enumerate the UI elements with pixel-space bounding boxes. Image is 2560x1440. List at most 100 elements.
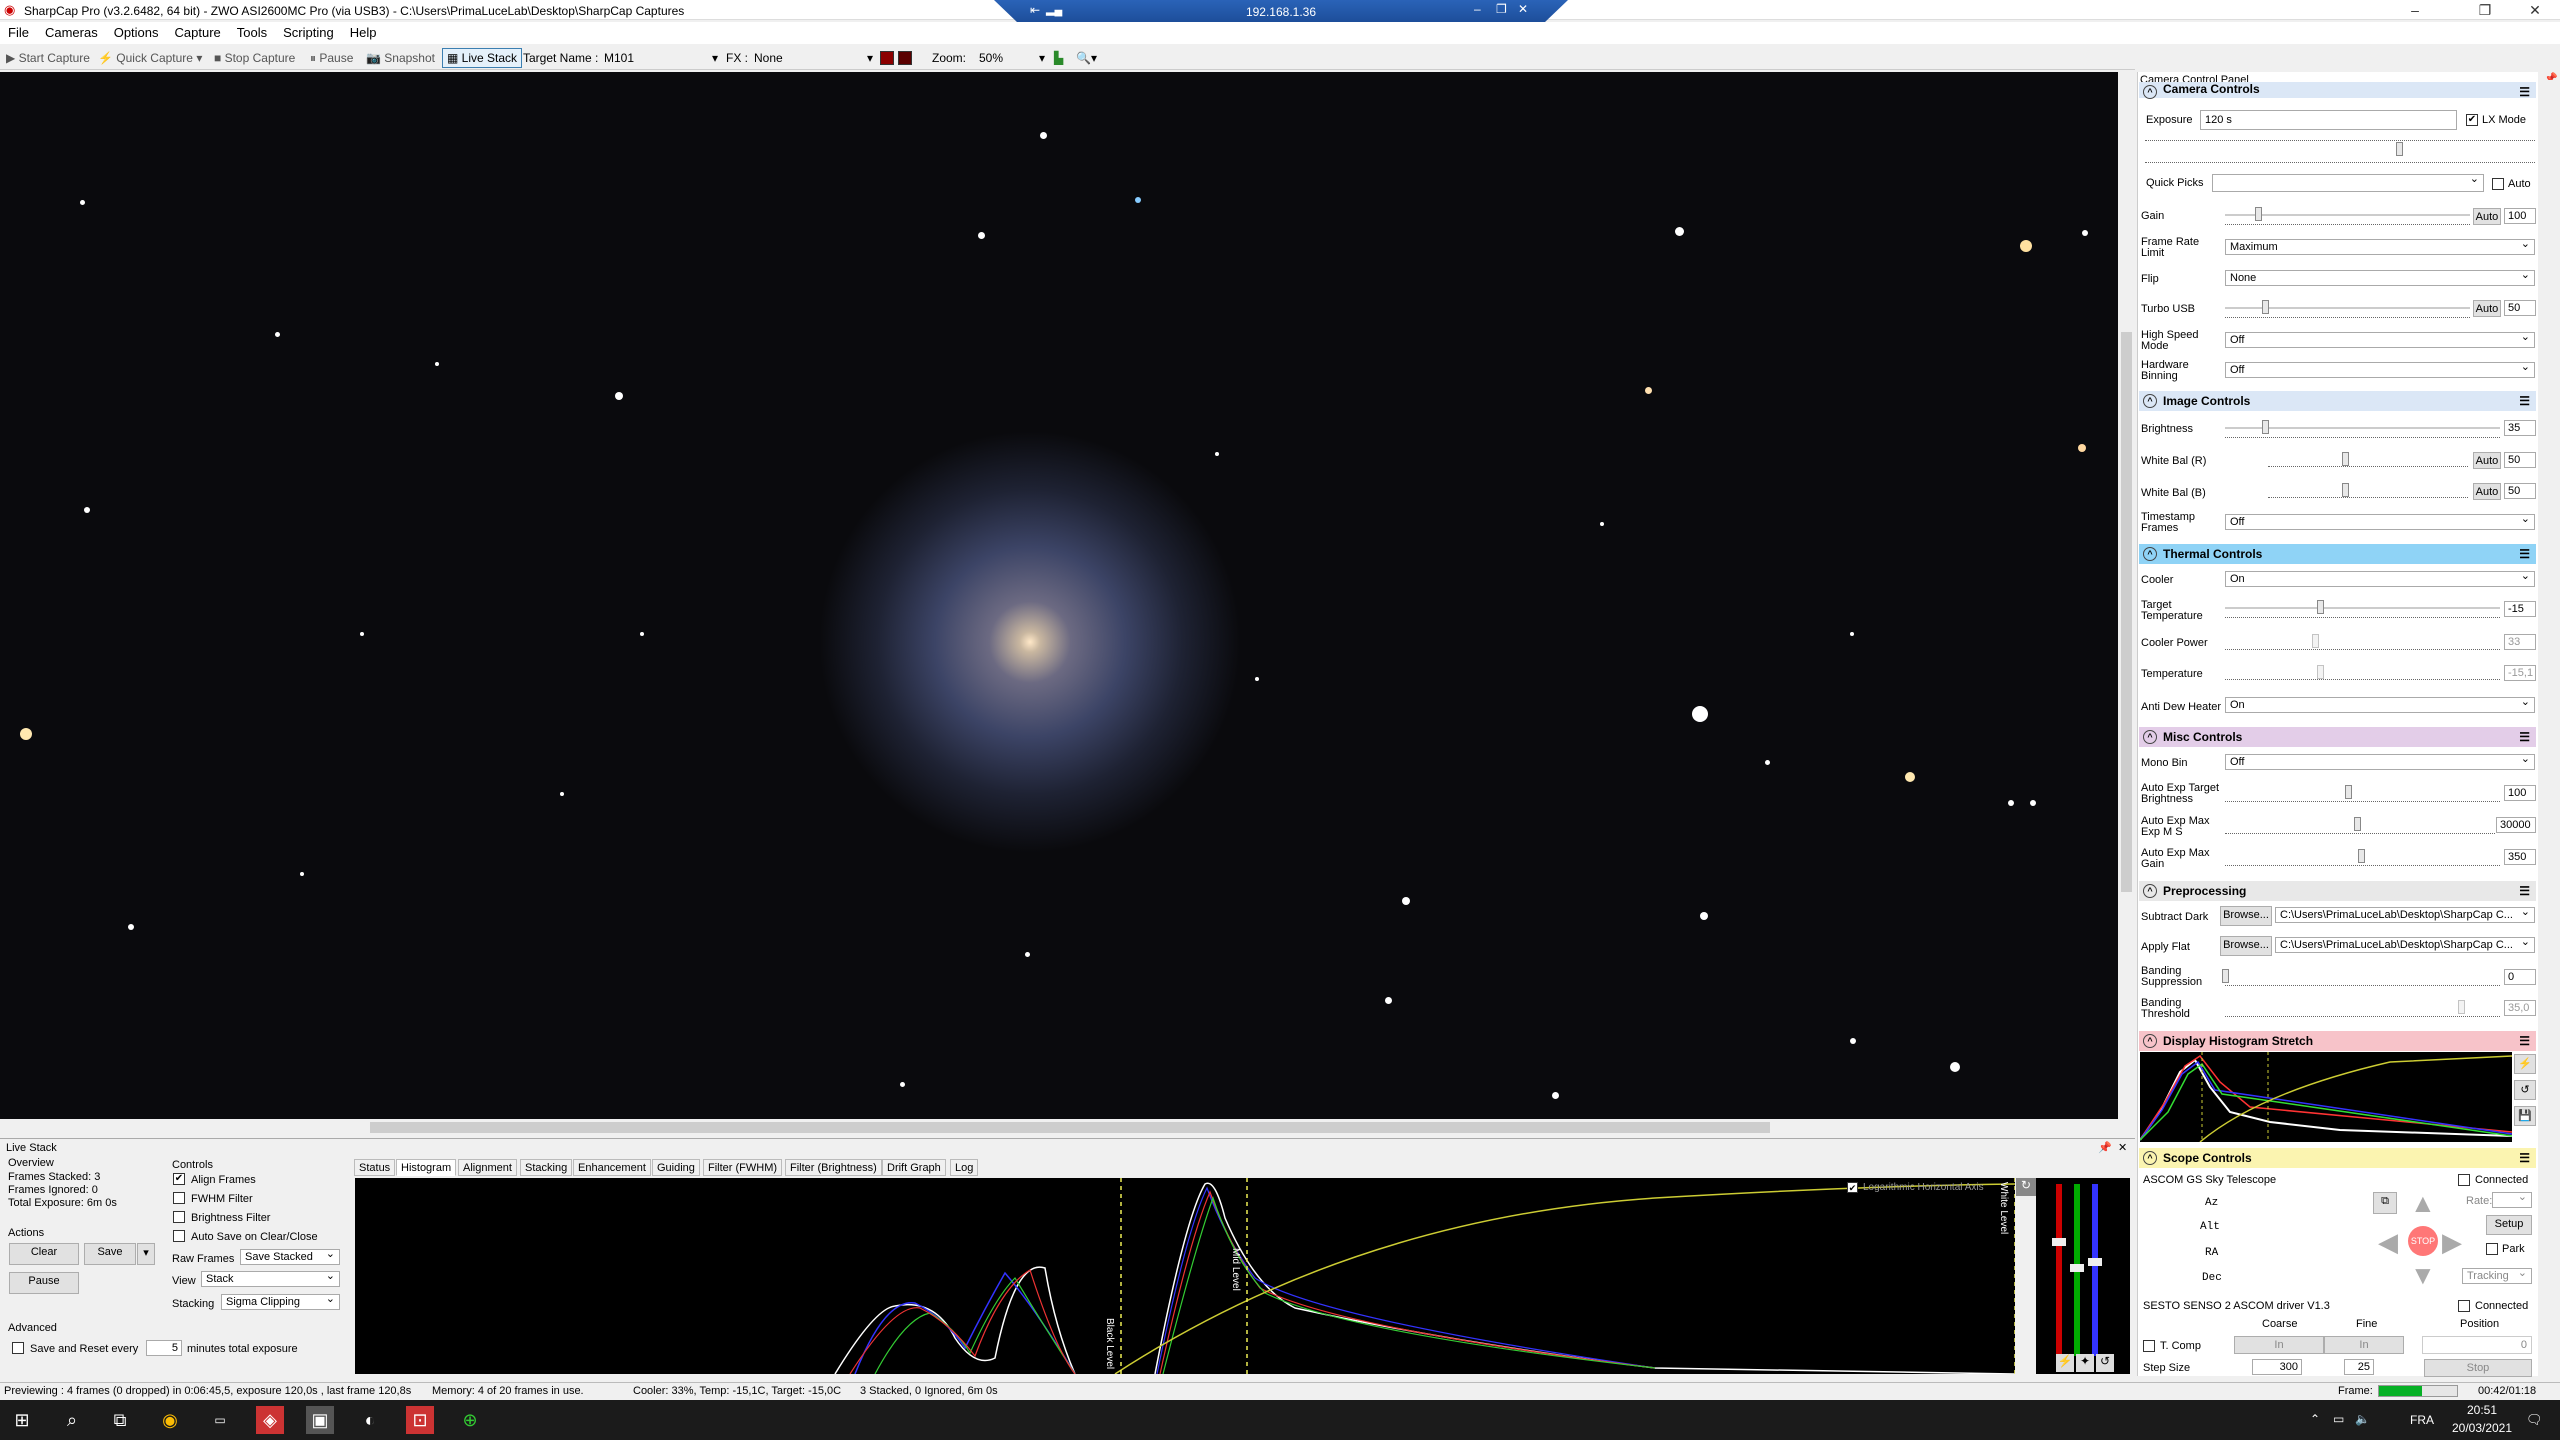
zoom-icon[interactable]: 🔍▾ — [1076, 51, 1097, 65]
menu-options[interactable]: Options — [106, 22, 167, 40]
stop-icon[interactable]: STOP — [2408, 1226, 2438, 1256]
menu-capture[interactable]: Capture — [167, 22, 229, 40]
scope-controls-header[interactable]: ^ Scope Controls ☰ — [2139, 1148, 2536, 1168]
scope-home-icon[interactable]: ⧉ — [2373, 1192, 2397, 1214]
clock-time[interactable]: 20:51 — [2452, 1403, 2512, 1417]
sharpcap-icon[interactable]: ◈ — [256, 1406, 284, 1434]
camera-controls-header[interactable]: ^ Camera Controls ☰ — [2139, 82, 2536, 99]
color-box-icon[interactable] — [880, 51, 894, 65]
tab-status[interactable]: Status — [354, 1159, 396, 1176]
histogram-icon[interactable]: ▙ — [1054, 51, 1063, 65]
app-icon-2[interactable]: ◐ — [356, 1406, 384, 1434]
white-bal-b-auto-button[interactable]: Auto — [2473, 483, 2501, 500]
reset-level-icon[interactable]: ↺ — [2096, 1354, 2114, 1372]
menu-icon[interactable]: ☰ — [2519, 730, 2530, 744]
brightness-value[interactable]: 35 — [2504, 420, 2536, 436]
align-frames-checkbox[interactable]: ✔ — [173, 1173, 185, 1185]
menu-scripting[interactable]: Scripting — [275, 22, 342, 40]
save-reset-checkbox[interactable] — [12, 1342, 24, 1354]
notifications-icon[interactable]: 🗨 — [2526, 1412, 2543, 1428]
collapse-icon[interactable]: ^ — [2143, 1151, 2157, 1165]
zoom-dropdown[interactable]: 50% ▾ — [975, 49, 1047, 67]
image-controls-header[interactable]: ^ Image Controls ☰ — [2139, 391, 2536, 411]
clear-button[interactable]: Clear — [9, 1243, 79, 1265]
tab-drift-graph[interactable]: Drift Graph — [882, 1159, 946, 1176]
menu-file[interactable]: File — [0, 22, 37, 40]
menu-cameras[interactable]: Cameras — [37, 22, 106, 40]
focuser-stop-button[interactable]: Stop — [2424, 1359, 2532, 1377]
turbo-usb-slider[interactable] — [2262, 300, 2269, 314]
close-icon[interactable]: ✕ — [2118, 1141, 2127, 1154]
target-temperature-value[interactable]: -15 — [2504, 601, 2536, 617]
network-icon[interactable]: ▭ — [2333, 1412, 2344, 1426]
terminal-icon[interactable]: ▭ — [206, 1406, 234, 1434]
quick-capture-button[interactable]: ⚡ Quick Capture ▾ — [98, 51, 202, 65]
white-bal-r-value[interactable]: 50 — [2504, 452, 2536, 468]
tab-alignment[interactable]: Alignment — [458, 1159, 517, 1176]
blue-slider-thumb[interactable] — [2088, 1258, 2102, 1266]
park-checkbox[interactable] — [2486, 1243, 2498, 1255]
pin-level-icon[interactable]: ✦ — [2076, 1354, 2094, 1372]
maximize-icon[interactable]: ❐ — [2462, 2, 2508, 20]
image-vertical-scrollbar[interactable] — [2118, 72, 2135, 1119]
menu-icon[interactable]: ☰ — [2519, 884, 2530, 898]
target-temperature-slider-track[interactable] — [2225, 607, 2500, 609]
reset-stretch-icon[interactable]: ↺ — [2514, 1080, 2536, 1100]
white-bal-r-slider[interactable] — [2342, 452, 2349, 466]
search-icon[interactable]: ⌕ — [58, 1406, 86, 1434]
volume-icon[interactable]: 🔈 — [2355, 1412, 2370, 1426]
target-name-dropdown[interactable]: M101 ▾ — [600, 49, 720, 67]
white-bal-b-slider[interactable] — [2342, 483, 2349, 497]
coarse-in-button[interactable]: In — [2234, 1336, 2324, 1354]
tab-stacking[interactable]: Stacking — [520, 1159, 573, 1176]
pause-stack-button[interactable]: Pause — [9, 1272, 79, 1294]
menu-icon[interactable]: ☰ — [2519, 1034, 2530, 1048]
tracking-dropdown[interactable]: Tracking — [2462, 1266, 2532, 1284]
collapse-icon[interactable]: ^ — [2143, 1034, 2157, 1048]
live-stack-button[interactable]: ▦ Live Stack — [442, 48, 523, 68]
panel-scrollbar[interactable] — [2539, 80, 2559, 1380]
rate-dropdown[interactable] — [2492, 1190, 2532, 1208]
stop-capture-button[interactable]: ■ Stop Capture — [214, 51, 295, 65]
save-stretch-icon[interactable]: 💾 — [2514, 1106, 2536, 1126]
start-capture-button[interactable]: ▶ Start Capture — [6, 51, 90, 65]
collapse-icon[interactable]: ^ — [2143, 730, 2157, 744]
lx-mode-checkbox[interactable]: ✔ — [2466, 114, 2478, 126]
misc-controls-header[interactable]: ^ Misc Controls ☰ — [2139, 727, 2536, 747]
clock-date[interactable]: 20/03/2021 — [2448, 1421, 2516, 1435]
setup-button[interactable]: Setup — [2486, 1215, 2532, 1235]
app-icon-3[interactable]: ⊡ — [406, 1406, 434, 1434]
brightness-filter-checkbox[interactable] — [173, 1211, 185, 1223]
menu-tools[interactable]: Tools — [229, 22, 275, 40]
collapse-icon[interactable]: ^ — [2143, 547, 2157, 561]
menu-icon[interactable]: ☰ — [2519, 85, 2530, 99]
blue-channel-slider[interactable] — [2092, 1184, 2098, 1356]
camera-image[interactable] — [0, 72, 2118, 1119]
rd-minimize-icon[interactable]: – — [1474, 2, 1481, 16]
quick-picks-auto-checkbox[interactable] — [2492, 178, 2504, 190]
snapshot-button[interactable]: 📷 Snapshot — [366, 51, 435, 65]
fwhm-filter-checkbox[interactable] — [173, 1192, 185, 1204]
refresh-icon[interactable]: ↻ — [2016, 1178, 2036, 1196]
banding-suppression-value[interactable]: 0 — [2504, 969, 2536, 985]
auto-exp-target-value[interactable]: 100 — [2504, 785, 2536, 801]
windows-start-icon[interactable]: ⊞ — [8, 1406, 36, 1434]
collapse-icon[interactable]: ^ — [2143, 394, 2157, 408]
gain-slider[interactable] — [2255, 207, 2262, 221]
menu-icon[interactable]: ☰ — [2519, 394, 2530, 408]
auto-exp-max-slider[interactable] — [2354, 817, 2361, 831]
minutes-stepper[interactable]: 5 — [146, 1340, 182, 1356]
focuser-connected-checkbox[interactable] — [2458, 1300, 2470, 1312]
preprocessing-header[interactable]: ^ Preprocessing ☰ — [2139, 881, 2536, 901]
stacking-dropdown[interactable]: Sigma Clipping — [221, 1292, 340, 1310]
menu-icon[interactable]: ☰ — [2519, 1151, 2530, 1165]
high-speed-dropdown[interactable]: Off — [2225, 330, 2535, 348]
color-box-icon-2[interactable] — [898, 51, 912, 65]
exposure-input[interactable]: 120 s — [2200, 110, 2457, 130]
app-icon-4[interactable]: ⊕ — [456, 1406, 484, 1434]
brightness-slider[interactable] — [2262, 420, 2269, 434]
pin-icon[interactable]: 📌 — [2098, 1141, 2112, 1154]
remote-desktop-icon[interactable]: ▣ — [306, 1406, 334, 1434]
collapse-icon[interactable]: ^ — [2143, 85, 2157, 99]
chrome-icon[interactable]: ◉ — [156, 1406, 184, 1434]
